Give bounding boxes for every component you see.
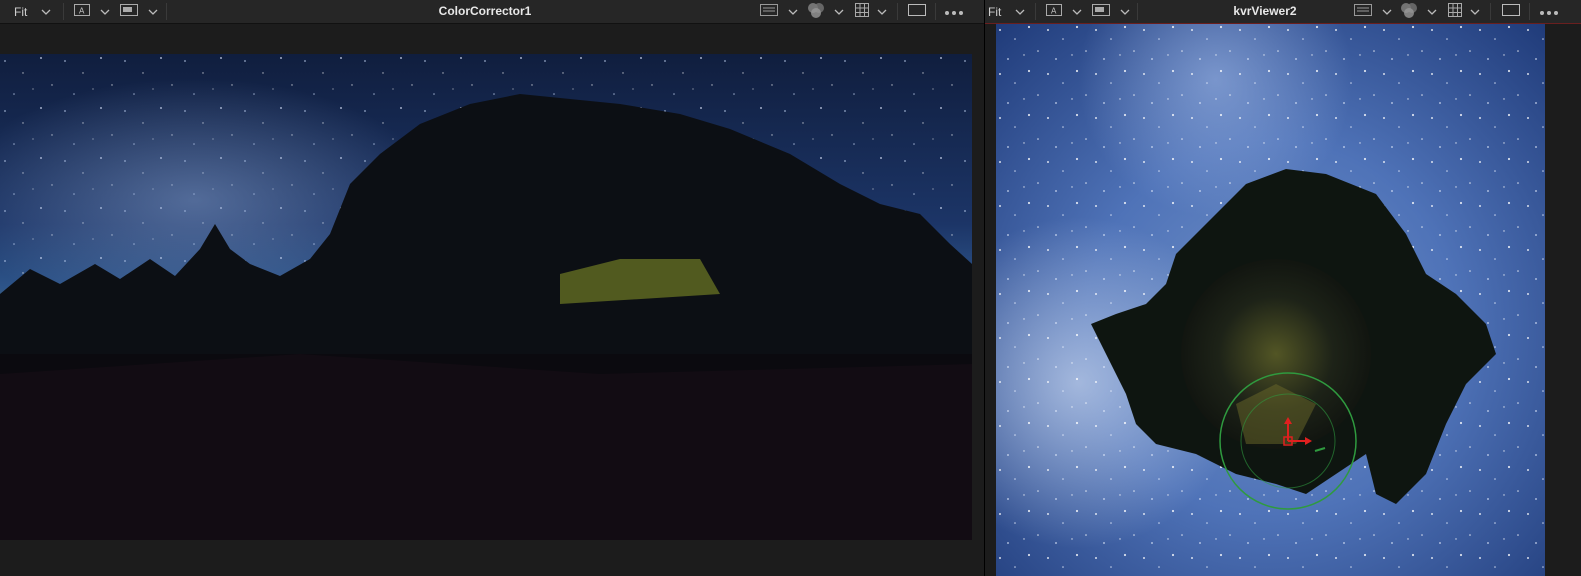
grid-icon	[855, 3, 869, 20]
alpha-channel-dropdown[interactable]: A	[74, 0, 110, 23]
fit-label: Fit	[14, 4, 28, 19]
svg-text:A: A	[1051, 7, 1057, 16]
chevron-down-icon	[1120, 8, 1130, 16]
fit-dropdown[interactable]: Fit	[988, 0, 1025, 23]
grid-dropdown[interactable]	[855, 0, 887, 23]
viewer-title: ColorCorrector1	[438, 4, 532, 18]
a-channel-icon: A	[74, 4, 90, 19]
a-channel-icon: A	[1046, 4, 1062, 19]
chevron-down-icon	[834, 8, 844, 16]
viewer-title: kvrViewer2	[1233, 4, 1297, 18]
color-dropdown[interactable]	[806, 0, 844, 23]
right-viewer-toolbar: Fit A kvrViewer2	[985, 0, 1581, 24]
frame-button[interactable]	[908, 0, 926, 23]
view-mode-dropdown[interactable]	[120, 0, 158, 23]
chevron-down-icon	[1427, 8, 1437, 16]
more-icon	[1539, 5, 1559, 19]
left-viewer-toolbar: Fit A ColorCorrector1	[0, 0, 984, 24]
chevron-down-icon	[100, 8, 110, 16]
color-circles-icon	[1399, 1, 1419, 22]
right-viewer: Fit A kvrViewer2	[985, 0, 1581, 576]
color-circles-icon	[806, 1, 826, 22]
chevron-down-icon	[877, 8, 887, 16]
monitor-dropdown[interactable]	[1354, 0, 1392, 23]
chevron-down-icon	[1470, 8, 1480, 16]
equirectangular-image	[0, 54, 972, 540]
more-icon	[944, 5, 964, 19]
frame-button[interactable]	[1502, 0, 1520, 23]
color-dropdown[interactable]	[1399, 0, 1437, 23]
left-viewer: Fit A ColorCorrector1	[0, 0, 984, 576]
grid-icon	[1448, 3, 1462, 20]
chevron-down-icon	[1382, 8, 1392, 16]
chevron-down-icon	[148, 8, 158, 16]
fit-dropdown[interactable]: Fit	[14, 0, 51, 23]
rectangle-view-icon	[120, 4, 138, 19]
svg-text:A: A	[79, 7, 85, 16]
chevron-down-icon	[788, 8, 798, 16]
rectangle-view-icon	[1092, 4, 1110, 19]
frame-icon	[908, 4, 926, 19]
view-mode-dropdown[interactable]	[1092, 0, 1130, 23]
monitor-icon	[1354, 4, 1372, 19]
monitor-dropdown[interactable]	[760, 0, 798, 23]
more-options-button[interactable]	[944, 0, 964, 23]
alpha-channel-dropdown[interactable]: A	[1046, 0, 1082, 23]
more-options-button[interactable]	[1539, 0, 1559, 23]
transform-gizmo[interactable]	[1215, 366, 1365, 516]
chevron-down-icon	[1072, 8, 1082, 16]
grid-dropdown[interactable]	[1448, 0, 1480, 23]
frame-icon	[1502, 4, 1520, 19]
chevron-down-icon	[1015, 8, 1025, 16]
monitor-icon	[760, 4, 778, 19]
chevron-down-icon	[41, 8, 51, 16]
fit-label: Fit	[988, 4, 1002, 19]
